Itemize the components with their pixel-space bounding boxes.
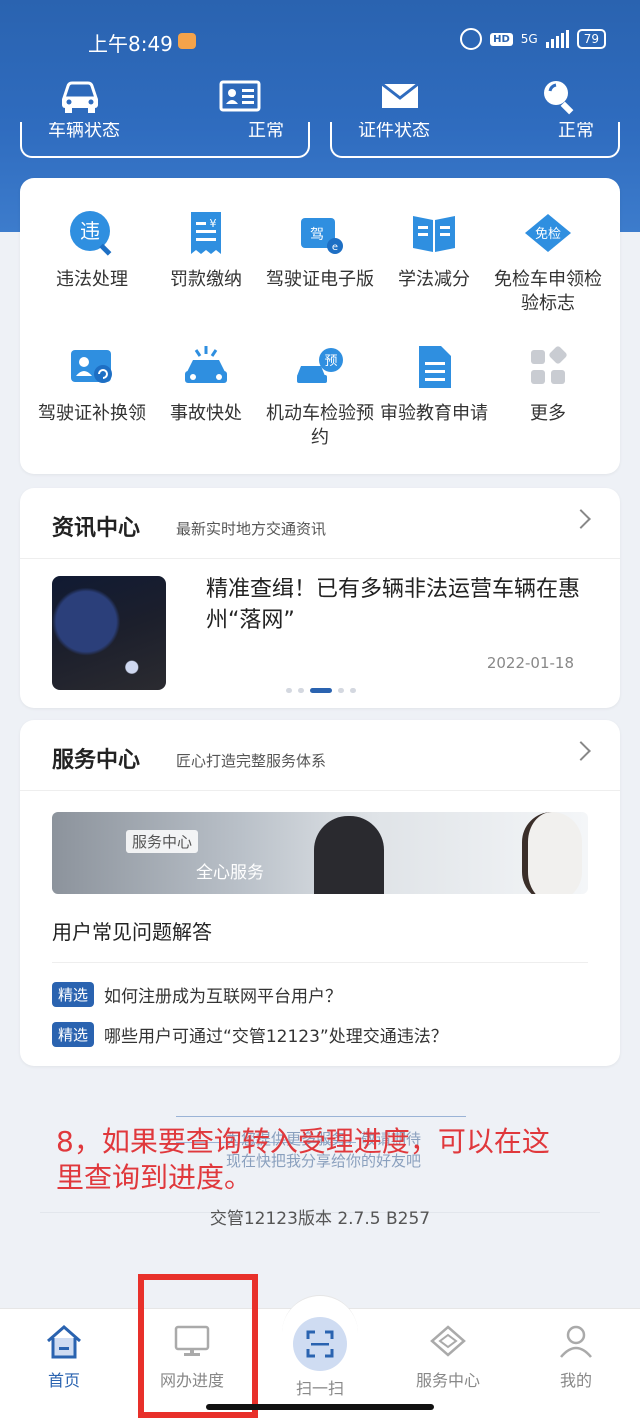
highlight-box (138, 1274, 258, 1418)
banner-person (314, 816, 384, 894)
service-inspection-exempt[interactable]: 免检 免检车申领检验标志 (488, 208, 608, 316)
e-license-icon: 驾e (301, 218, 343, 254)
tab-label: 我的 (559, 1371, 592, 1390)
status-bar: 上午8:49 HD 5G 79 (0, 28, 640, 58)
alarm-icon (460, 28, 483, 50)
svg-text:违: 违 (80, 219, 100, 243)
service-banner[interactable]: 服务中心 全心服务 (52, 812, 588, 894)
carousel-indicator (286, 688, 356, 693)
signal-icon (545, 30, 569, 48)
service-education[interactable]: 审验教育申请 (374, 342, 494, 426)
news-card: 资讯中心 最新实时地方交通资讯 精准查缉！已有多辆非法运营车辆在惠州“落网” 2… (20, 488, 620, 708)
battery-level: 79 (576, 29, 606, 49)
service-violation[interactable]: 违 违法处理 (32, 208, 152, 292)
service-label: 免检车申领检验标志 (494, 269, 602, 314)
service-e-license[interactable]: 驾e 驾驶证电子版 (260, 208, 380, 292)
service-more[interactable]: 更多 (488, 342, 608, 426)
service-study[interactable]: 学法减分 (374, 208, 494, 292)
license-status-label: 证件状态 (358, 122, 430, 141)
banner-slogan: 全心服务 (196, 863, 264, 883)
service-vehicle-inspection[interactable]: 预 机动车检验预约 (260, 342, 380, 450)
license-status-strip[interactable]: 证件状态 正常 (330, 122, 620, 158)
featured-badge: 精选 (52, 982, 95, 1007)
divider (20, 790, 620, 791)
svg-text:驾: 驾 (310, 227, 324, 243)
vehicle-status-label: 车辆状态 (48, 122, 120, 141)
notification-icon (178, 33, 196, 49)
faq-item[interactable]: 精选 如何注册成为互联网平台用户？ (52, 982, 342, 1007)
decor-line (176, 1116, 466, 1117)
version-text: 交管12123版本 2.7.5 B257 (209, 1209, 431, 1229)
news-section-subtitle: 最新实时地方交通资讯 (176, 520, 327, 538)
vehicle-status-strip[interactable]: 车辆状态 正常 (20, 122, 310, 158)
tab-mine[interactable]: 我的 (512, 1309, 640, 1391)
home-indicator (206, 1404, 434, 1410)
search-icon[interactable] (538, 76, 586, 120)
svg-text:e: e (332, 242, 338, 253)
violation-icon: 违 (70, 211, 112, 256)
chevron-right-icon[interactable] (571, 741, 591, 761)
tab-scan[interactable]: 扫一扫 (256, 1309, 384, 1399)
svg-text:免检: 免检 (535, 227, 561, 242)
tab-label: 首页 (47, 1371, 80, 1390)
chevron-right-icon[interactable] (571, 509, 591, 529)
banner-person (522, 812, 582, 894)
news-section-title: 资讯中心 (52, 516, 141, 541)
annotation-text: 8，如果要查询转入受理进度，可以在这里查询到进度。 (56, 1125, 550, 1194)
service-label: 学法减分 (398, 269, 470, 290)
status-time: 上午8:49 (88, 32, 173, 56)
service-accident[interactable]: 事故快处 (146, 342, 266, 426)
accident-icon (185, 346, 227, 383)
service-center-card: 服务中心 匠心打造完整服务体系 服务中心 全心服务 用户常见问题解答 精选 如何… (20, 720, 620, 1066)
car-icon[interactable] (58, 76, 106, 120)
divider (52, 962, 588, 963)
service-center-title: 服务中心 (52, 748, 141, 773)
user-icon (560, 1325, 592, 1358)
svg-text:预: 预 (324, 354, 337, 369)
faq-title[interactable]: 用户常见问题解答 (52, 916, 212, 945)
service-label: 驾驶证电子版 (266, 269, 374, 290)
divider (20, 558, 620, 559)
svg-text:¥: ¥ (210, 217, 217, 230)
inspection-exempt-icon: 免检 (525, 214, 571, 252)
tab-home[interactable]: 首页 (0, 1309, 128, 1391)
featured-badge: 精选 (52, 1022, 95, 1047)
vehicle-inspection-icon: 预 (297, 348, 343, 383)
service-label: 罚款缴纳 (170, 269, 242, 290)
more-grid-icon (531, 346, 567, 384)
services-card: 违 违法处理 ¥ 罚款缴纳 驾e 驾驶证电子版 学法减分 免检 免检车申领检验标… (20, 178, 620, 474)
license-renew-icon (71, 350, 112, 383)
news-headline[interactable]: 精准查缉！已有多辆非法运营车辆在惠州“落网” (206, 574, 586, 636)
document-icon (419, 346, 451, 388)
tab-service-center[interactable]: 服务中心 (384, 1309, 512, 1391)
service-label: 事故快处 (170, 403, 242, 424)
faq-item[interactable]: 精选 哪些用户可通过“交管12123”处理交通违法？ (52, 1022, 448, 1047)
handshake-icon (430, 1325, 466, 1357)
vehicle-status-value: 正常 (248, 122, 284, 141)
service-license-renew[interactable]: 驾驶证补换领 (32, 342, 152, 426)
license-card-icon[interactable] (218, 76, 266, 120)
tab-label: 扫一扫 (295, 1379, 344, 1398)
news-date: 2022-01-18 (486, 654, 574, 672)
banner-tag: 服务中心 (126, 830, 199, 853)
service-label: 机动车检验预约 (266, 403, 374, 448)
network-label: 5G (520, 32, 538, 46)
license-status-value: 正常 (558, 122, 594, 141)
faq-text: 哪些用户可通过“交管12123”处理交通违法？ (104, 1027, 448, 1047)
scan-icon (293, 1317, 347, 1371)
mail-icon[interactable] (378, 76, 426, 120)
hd-badge: HD (490, 32, 513, 46)
faq-text: 如何注册成为互联网平台用户？ (104, 987, 343, 1007)
fine-payment-icon: ¥ (191, 212, 221, 254)
service-fine-payment[interactable]: ¥ 罚款缴纳 (146, 208, 266, 292)
service-label: 违法处理 (56, 269, 128, 290)
home-icon (47, 1325, 81, 1359)
study-book-icon (413, 216, 455, 252)
service-label: 审验教育申请 (380, 403, 488, 424)
service-label: 驾驶证补换领 (38, 403, 146, 424)
service-center-subtitle: 匠心打造完整服务体系 (176, 752, 327, 770)
news-thumbnail[interactable] (52, 576, 166, 690)
tab-label: 服务中心 (415, 1371, 480, 1390)
service-label: 更多 (530, 403, 566, 424)
